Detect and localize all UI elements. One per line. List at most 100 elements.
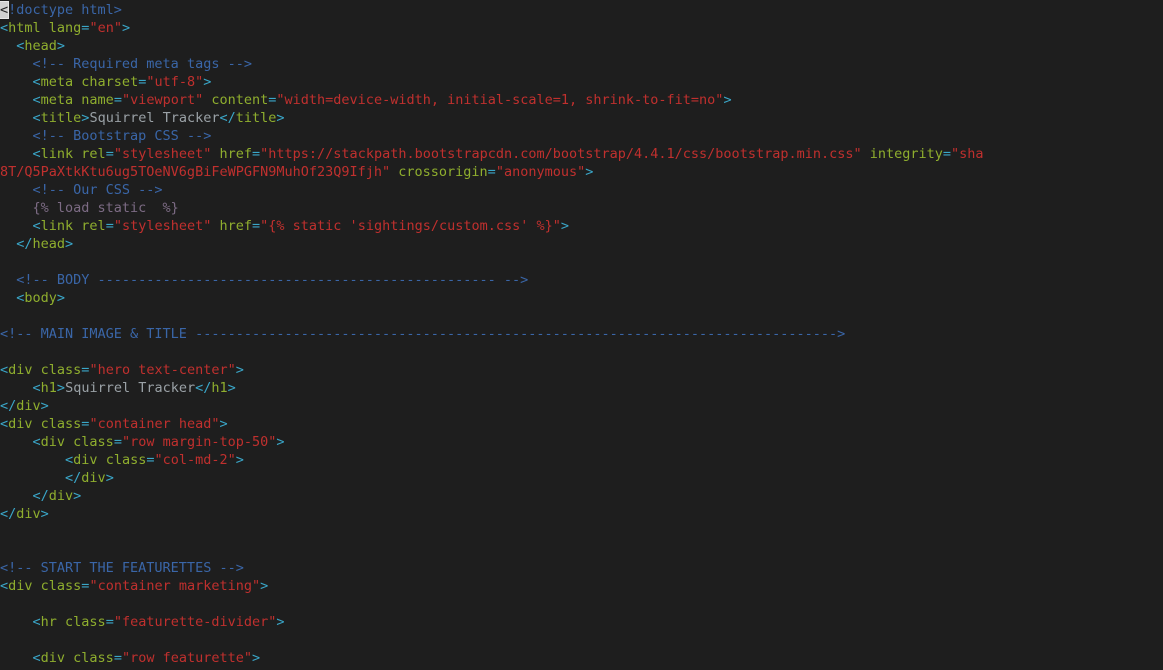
code-token: class [65,614,106,630]
code-line[interactable]: {% load static %} [0,199,179,217]
code-token: </ [0,506,17,522]
code-token: title [40,110,82,126]
code-token: integrity [869,146,943,162]
code-token: = [252,218,261,234]
code-line[interactable]: <meta name="viewport" content="width=dev… [0,91,732,109]
code-token: <!-- BODY ------------------------------… [16,272,529,288]
code-line[interactable]: </head> [0,235,73,253]
code-line[interactable]: <!-- Required meta tags --> [0,55,252,73]
code-token: crossorigin [398,164,488,180]
code-line[interactable]: <body> [0,289,65,307]
code-token: = [113,434,122,450]
code-line[interactable]: 8T/Q5PaXtkKtu6ug5TOeNV6gBiFeWPGFN9MuhOf2… [0,163,593,181]
code-token: > [560,218,570,234]
code-token: div [40,650,74,666]
code-token: = [942,146,952,162]
code-token: div [8,416,41,432]
code-token: < [32,74,41,90]
code-token: "utf-8" [146,74,204,90]
code-line[interactable]: <!-- MAIN IMAGE & TITLE ----------------… [0,325,845,343]
code-line[interactable]: <hr class="featurette-divider"> [0,613,285,631]
code-line[interactable]: <html lang="en"> [0,19,130,37]
code-token: class [40,362,82,378]
code-token: = [113,92,122,108]
code-token: 8T/Q5PaXtkKtu6ug5TOeNV6gBiFeWPGFN9MuhOf2… [0,164,399,180]
code-line[interactable]: <div class="row featurette"> [0,649,261,667]
code-token: class [105,452,147,468]
code-line[interactable]: <link rel="stylesheet" href="https://sta… [0,145,984,163]
code-token: < [32,434,41,450]
code-line[interactable]: <div class="container marketing"> [0,577,268,595]
code-token: < [32,218,41,234]
code-line[interactable]: <head> [0,37,65,55]
code-editor[interactable]: <!doctype html> <html lang="en"> <head> <… [0,0,1163,670]
code-token: > [252,650,261,666]
code-line[interactable]: <!-- START THE FEATURETTES --> [0,559,244,577]
code-token: "https://stackpath.bootstrapcdn.com/boot… [260,146,870,162]
code-token: title [235,110,277,126]
code-token: = [252,146,261,162]
code-token: < [65,452,74,468]
code-token: < [32,110,41,126]
code-line[interactable]: <link rel="stylesheet" href="{% static '… [0,217,570,235]
code-token: "anonymous" [495,164,586,180]
code-line[interactable]: <!-- Bootstrap CSS --> [0,127,212,145]
code-token: Squirrel Tracker [89,110,220,126]
code-line[interactable]: </div> [0,505,49,523]
code-token: > [73,488,82,504]
code-line[interactable]: <div class="col-md-2"> [0,451,244,469]
code-token: <!-- Bootstrap CSS --> [32,128,212,144]
code-line[interactable]: <!doctype html> [0,1,122,19]
code-token: "container marketing" [89,578,261,594]
code-token: > [723,92,732,108]
code-line[interactable]: </div> [0,397,49,415]
code-line[interactable]: </div> [0,469,114,487]
code-token: class [40,416,82,432]
code-token: > [65,236,74,252]
code-line[interactable]: </div> [0,487,82,505]
code-line[interactable]: <div class="container head"> [0,415,228,433]
code-line[interactable]: <meta charset="utf-8"> [0,73,212,91]
code-token: <!-- MAIN IMAGE & TITLE ----------------… [0,326,846,342]
code-token: meta [40,74,82,90]
code-token: "stylesheet" [113,218,220,234]
code-token: "en" [89,20,122,36]
code-line[interactable]: <div class="hero text-center"> [0,361,244,379]
code-token: head [24,38,57,54]
code-token: > [235,452,244,468]
code-line[interactable]: <div class="row margin-top-50"> [0,433,285,451]
code-token: <!-- Required meta tags --> [32,56,252,72]
code-token: > [203,74,212,90]
code-token: Squirrel Tracker [65,380,196,396]
code-line[interactable]: <title>Squirrel Tracker</title> [0,109,285,127]
code-line[interactable]: <!-- BODY ------------------------------… [0,271,528,289]
code-token: "stylesheet" [113,146,220,162]
code-line[interactable]: <!-- Our CSS --> [0,181,163,199]
code-token: class [40,578,82,594]
code-token: < [0,362,9,378]
code-line[interactable]: <h1>Squirrel Tracker</h1> [0,379,236,397]
code-token: link [40,146,82,162]
code-token: > [56,290,66,306]
code-token: div [16,398,41,414]
code-token: body [24,290,57,306]
code-token: div [40,434,74,450]
code-token: > [276,614,285,630]
code-token: > [276,110,285,126]
code-token: = [105,218,114,234]
code-token: > [227,380,236,396]
